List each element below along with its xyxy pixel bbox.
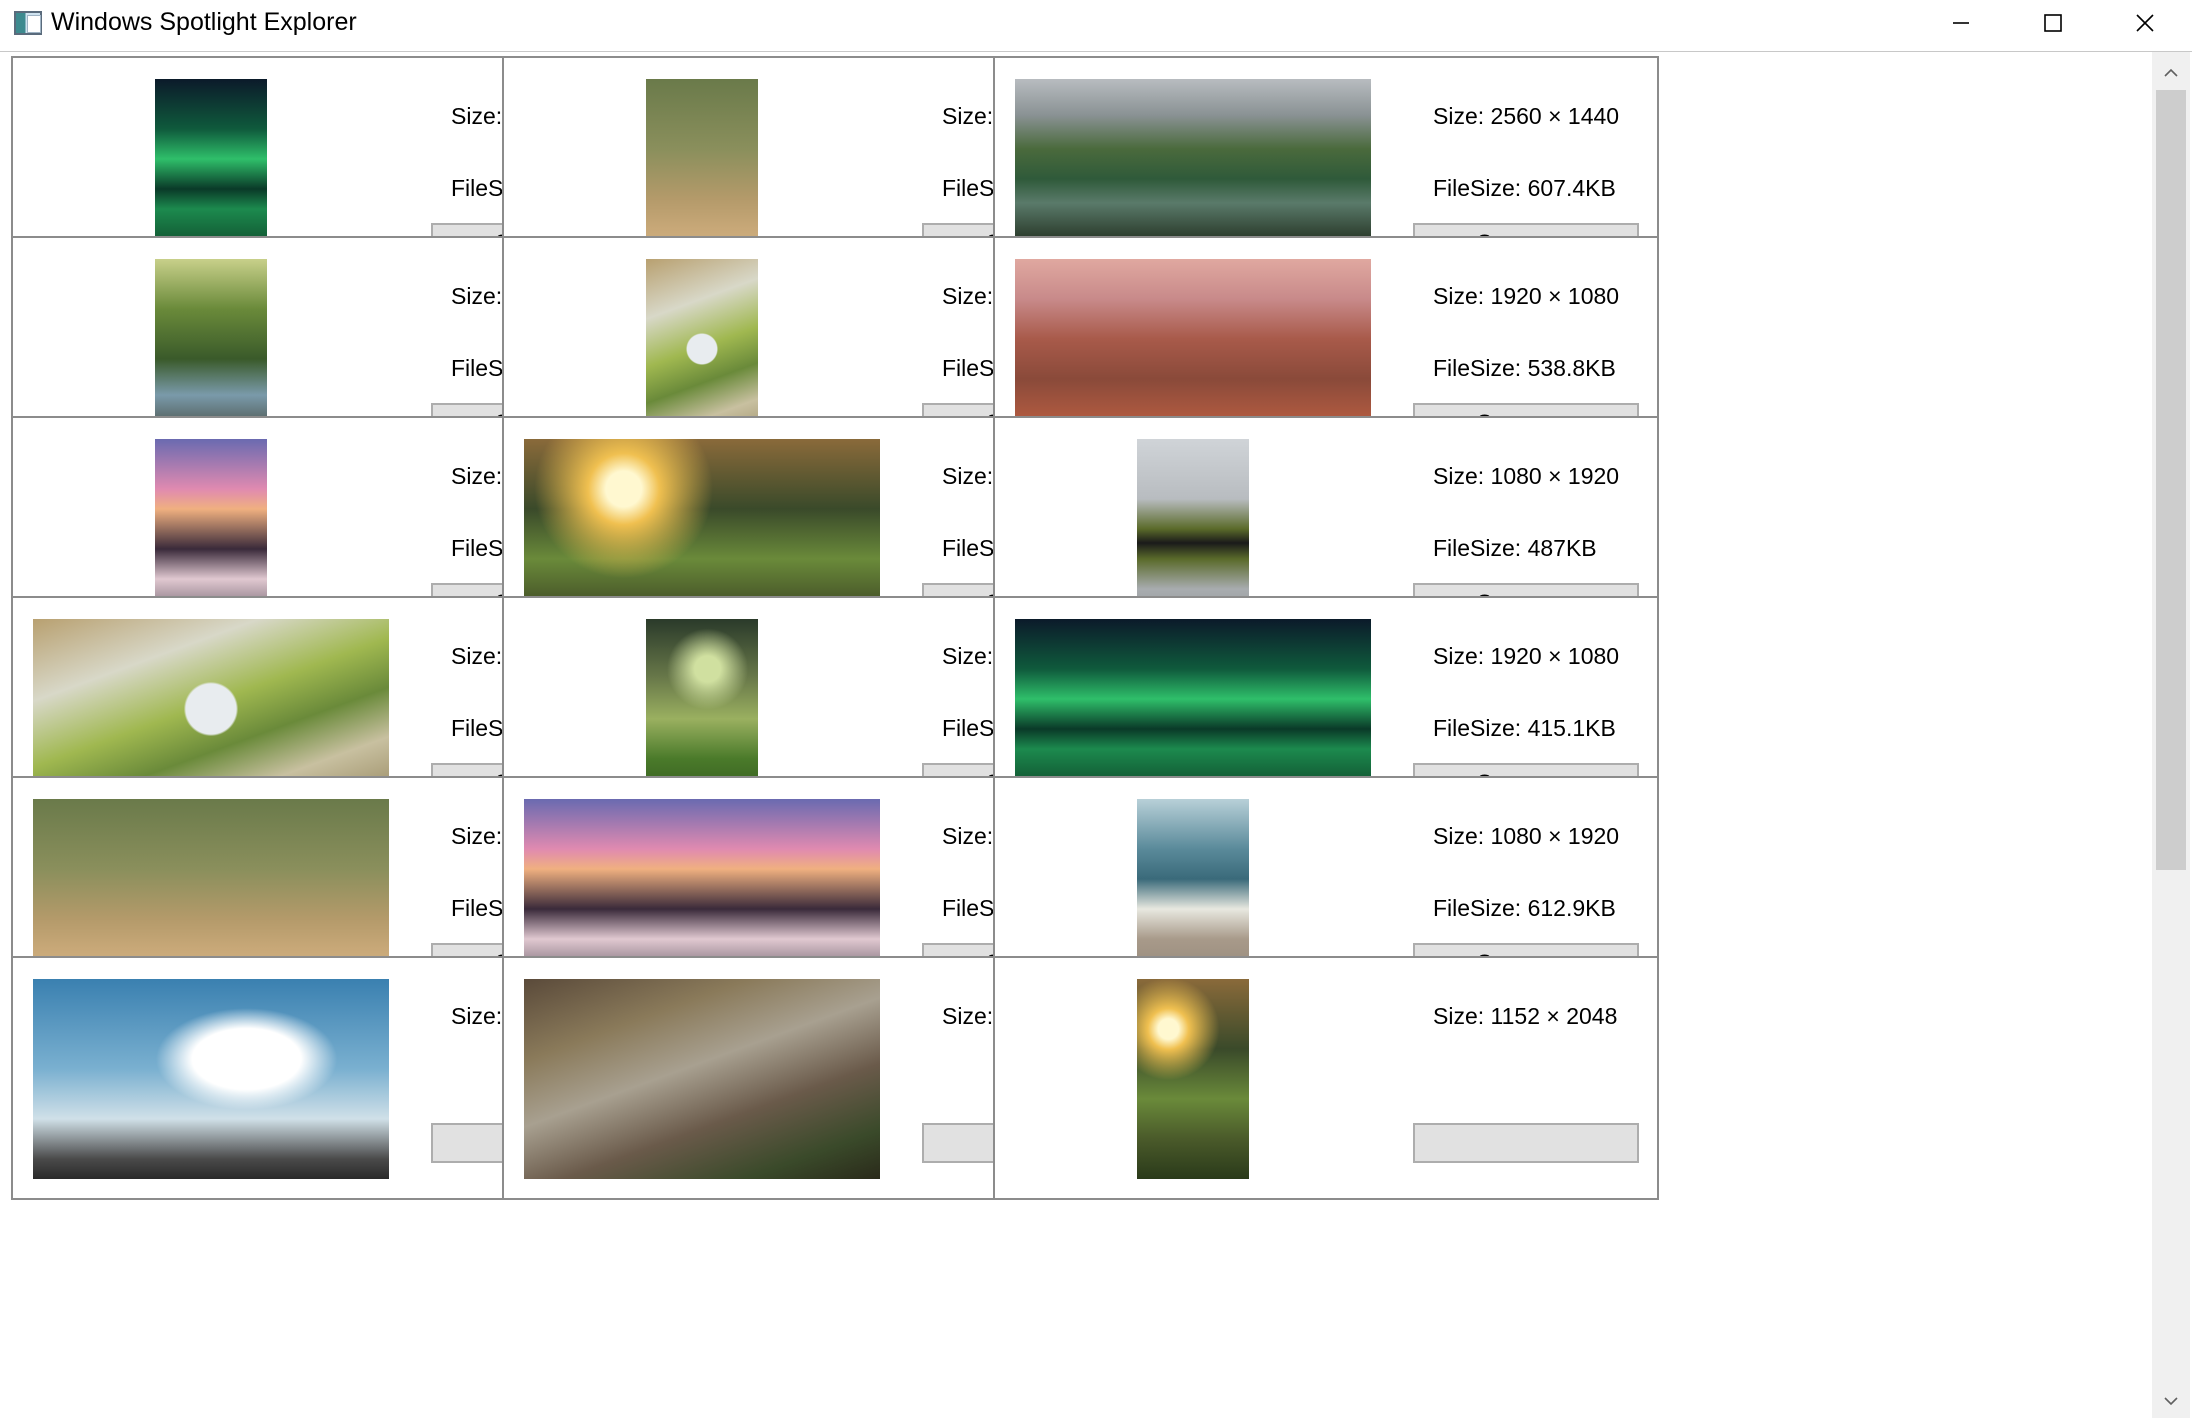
image-size-label: Size: 1152 × 2048 xyxy=(1433,1003,1618,1029)
maximize-button[interactable] xyxy=(2007,0,2099,46)
thumbnail-art xyxy=(33,979,389,1179)
image-size-label: Size: 1080 × 1920 xyxy=(1433,463,1620,489)
file-size-label: FileSize: 415.1KB xyxy=(1433,715,1616,741)
close-icon xyxy=(2136,14,2154,32)
scroll-down-button[interactable] xyxy=(2152,1384,2190,1418)
thumbnail-image xyxy=(33,979,389,1179)
thumbnail-art xyxy=(1137,979,1249,1179)
minimize-button[interactable] xyxy=(1915,0,2007,46)
image-size-label: Size: 1920 × 1080 xyxy=(1433,283,1620,309)
title-bar: Windows Spotlight Explorer xyxy=(0,0,2192,50)
close-button[interactable] xyxy=(2099,0,2191,46)
file-size-label: FileSize: 612.9KB xyxy=(1433,895,1616,921)
minimize-icon xyxy=(1953,22,1969,24)
scroll-thumb[interactable] xyxy=(2156,90,2186,870)
thumbnail-image xyxy=(524,979,880,1179)
image-list[interactable]: Size: 1080 × 1920FileSize: 477.5KBSave a… xyxy=(2,52,2152,1418)
maximize-icon xyxy=(2044,14,2062,32)
file-size-label: FileSize: 607.4KB xyxy=(1433,175,1616,201)
thumbnail-image xyxy=(1137,979,1249,1179)
file-size-label: FileSize: 538.8KB xyxy=(1433,355,1616,381)
vertical-scrollbar[interactable] xyxy=(2152,52,2190,1418)
app-icon xyxy=(14,11,42,35)
window-title: Windows Spotlight Explorer xyxy=(51,8,357,36)
thumbnail-art xyxy=(524,979,880,1179)
save-as-button[interactable] xyxy=(1413,1123,1639,1163)
image-card: Size: 1152 × 2048 xyxy=(993,956,1659,1200)
image-size-label: Size: 1920 × 1080 xyxy=(1433,643,1620,669)
image-size-label: Size: 1080 × 1920 xyxy=(1433,823,1620,849)
chevron-up-icon xyxy=(2164,68,2178,77)
image-size-label: Size: 2560 × 1440 xyxy=(1433,103,1620,129)
scroll-up-button[interactable] xyxy=(2152,56,2190,90)
chevron-down-icon xyxy=(2164,1397,2178,1406)
file-size-label: FileSize: 487KB xyxy=(1433,535,1597,561)
